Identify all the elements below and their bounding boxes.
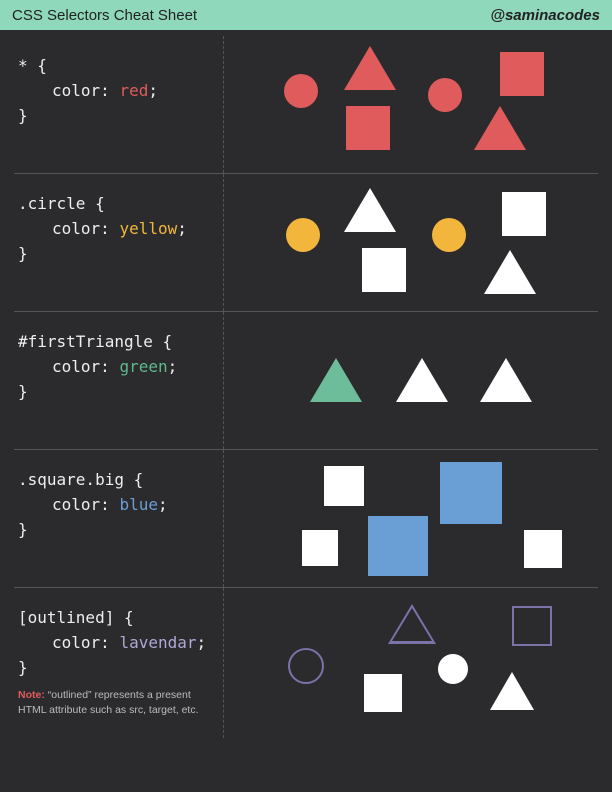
example-row: .circle { color: yellow; } <box>14 174 598 312</box>
selector-line: #firstTriangle { <box>18 330 219 355</box>
note-label: Note: <box>18 689 45 701</box>
triangle-icon <box>344 188 396 232</box>
prop-value: yellow <box>119 219 177 238</box>
triangle-icon <box>490 672 534 710</box>
square-icon <box>500 52 544 96</box>
visual-panel <box>224 36 598 173</box>
triangle-icon <box>388 606 436 646</box>
triangle-icon <box>396 358 448 402</box>
prop-value: red <box>119 81 148 100</box>
selector-line: .square.big { <box>18 468 219 493</box>
author-handle: @saminacodes <box>490 7 600 24</box>
prop-value: green <box>119 357 167 376</box>
close-brace: } <box>18 656 219 681</box>
prop-name: color <box>52 219 100 238</box>
example-row: .square.big { color: blue; } <box>14 450 598 588</box>
circle-icon <box>432 218 466 252</box>
visual-panel <box>224 312 598 449</box>
close-brace: } <box>18 518 219 543</box>
square-icon <box>440 462 502 524</box>
square-icon <box>524 530 562 568</box>
note-text: Note: “outlined” represents a present HT… <box>18 688 219 716</box>
example-row: * { color: red; } <box>14 36 598 174</box>
selector-line: * { <box>18 54 219 79</box>
square-icon <box>362 248 406 292</box>
circle-icon <box>288 648 324 684</box>
example-row: #firstTriangle { color: green; } <box>14 312 598 450</box>
visual-panel <box>224 450 598 587</box>
square-icon <box>302 530 338 566</box>
header-bar: CSS Selectors Cheat Sheet @saminacodes <box>0 0 612 30</box>
square-icon <box>502 192 546 236</box>
example-row: [outlined] { color: lavendar; } Note: “o… <box>14 588 598 738</box>
prop-name: color <box>52 81 100 100</box>
note-body: “outlined” represents a present HTML att… <box>18 689 199 715</box>
code-block: * { color: red; } <box>14 36 224 173</box>
square-icon <box>346 106 390 150</box>
prop-value: blue <box>119 495 158 514</box>
circle-icon <box>284 74 318 108</box>
close-brace: } <box>18 104 219 129</box>
triangle-icon <box>310 358 362 402</box>
visual-panel <box>224 588 598 738</box>
square-icon <box>324 466 364 506</box>
square-icon <box>512 606 552 646</box>
code-block: .circle { color: yellow; } <box>14 174 224 311</box>
triangle-icon <box>484 250 536 294</box>
visual-panel <box>224 174 598 311</box>
triangle-icon <box>344 46 396 90</box>
code-block: #firstTriangle { color: green; } <box>14 312 224 449</box>
prop-name: color <box>52 357 100 376</box>
square-icon <box>364 674 402 712</box>
triangle-icon <box>480 358 532 402</box>
square-icon <box>368 516 428 576</box>
code-block: .square.big { color: blue; } <box>14 450 224 587</box>
page-title: CSS Selectors Cheat Sheet <box>12 7 197 24</box>
prop-value: lavendar <box>119 633 196 652</box>
circle-icon <box>286 218 320 252</box>
prop-name: color <box>52 633 100 652</box>
circle-icon <box>438 654 468 684</box>
selector-line: [outlined] { <box>18 606 219 631</box>
triangle-icon <box>474 106 526 150</box>
selector-line: .circle { <box>18 192 219 217</box>
code-block: [outlined] { color: lavendar; } Note: “o… <box>14 588 224 738</box>
close-brace: } <box>18 242 219 267</box>
circle-icon <box>428 78 462 112</box>
prop-name: color <box>52 495 100 514</box>
close-brace: } <box>18 380 219 405</box>
